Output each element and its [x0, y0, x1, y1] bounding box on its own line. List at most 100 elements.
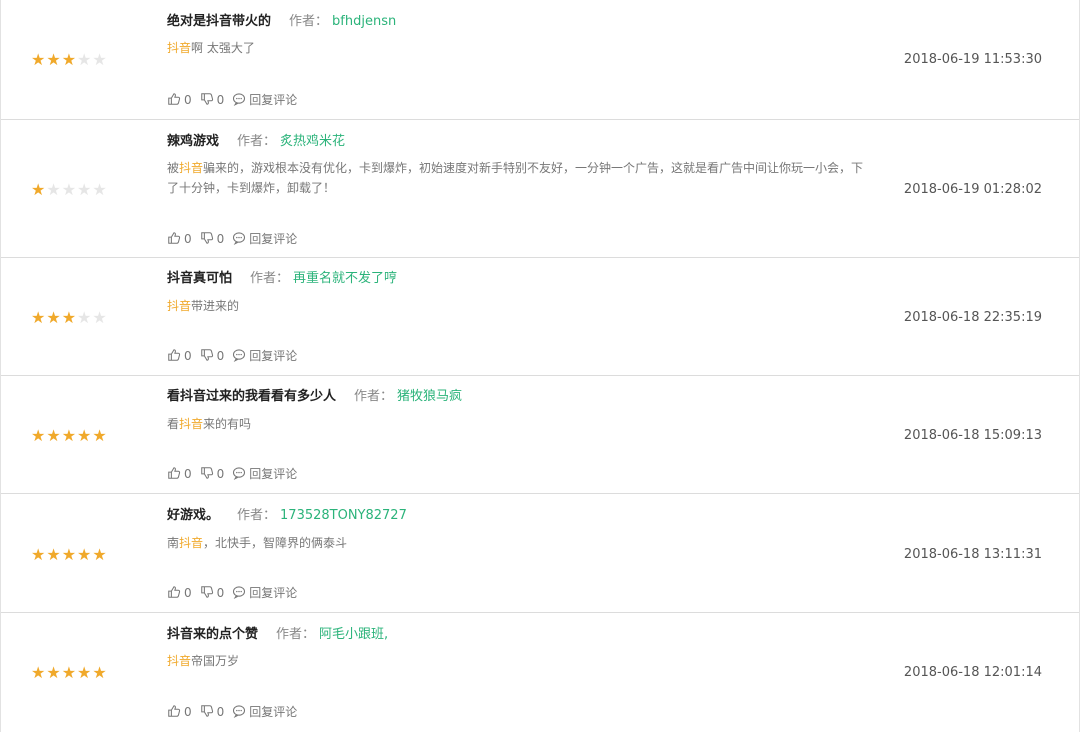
- like-button[interactable]: 0: [167, 585, 192, 600]
- review-title: 抖音来的点个赞: [167, 627, 259, 642]
- thumbs-up-icon: [167, 586, 184, 600]
- review-header: 抖音真可怕 作者： 再重名就不发了哼: [167, 271, 397, 287]
- reply-button[interactable]: 回复评论: [232, 466, 297, 481]
- star-filled-icon: ★: [77, 426, 93, 445]
- star-filled-icon: ★: [46, 426, 62, 445]
- review-timestamp: 2018-06-18 13:11:31: [903, 547, 1042, 562]
- star-filled-icon: ★: [46, 663, 62, 682]
- content-text: ，北快手，智障界的俩泰斗: [203, 536, 348, 550]
- like-count: 0: [184, 586, 192, 600]
- like-button[interactable]: 0: [167, 231, 192, 246]
- review-content: 南抖音，北快手，智障界的俩泰斗: [167, 533, 867, 553]
- review-actions: 0 0 回复评论: [167, 466, 305, 481]
- keyword-highlight: 抖音: [167, 41, 192, 55]
- author-label: 作者：: [250, 271, 290, 286]
- review-timestamp: 2018-06-19 11:53:30: [903, 52, 1042, 67]
- review-row: ★★★★★ 抖音来的点个赞 作者： 阿毛小跟班, 抖音帝国万岁 2018-06-18 12…: [1, 612, 1079, 732]
- author-link[interactable]: 阿毛小跟班,: [319, 627, 388, 642]
- author-link[interactable]: bfhdjensn: [332, 14, 396, 29]
- star-empty-icon: ★: [92, 308, 108, 327]
- thumbs-up-icon: [167, 93, 184, 107]
- review-timestamp: 2018-06-18 15:09:13: [903, 428, 1042, 443]
- dislike-count: 0: [216, 232, 225, 246]
- author-link[interactable]: 炙热鸡米花: [280, 134, 345, 149]
- keyword-highlight: 抖音: [179, 161, 204, 175]
- review-row: ★★★★★ 辣鸡游戏 作者： 炙热鸡米花 被抖音骗来的，游戏根本没有优化，卡到爆炸，初始…: [1, 119, 1079, 257]
- reply-button[interactable]: 回复评论: [232, 92, 297, 107]
- like-count: 0: [184, 705, 192, 719]
- comment-icon: [232, 232, 249, 246]
- review-header: 抖音来的点个赞 作者： 阿毛小跟班,: [167, 627, 388, 643]
- star-filled-icon: ★: [92, 545, 108, 564]
- star-filled-icon: ★: [77, 663, 93, 682]
- review-list: ★★★★★ 绝对是抖音带火的 作者： bfhdjensn 抖音啊 太强大了 2018-06…: [0, 0, 1080, 732]
- review-header: 看抖音过来的我看看有多少人 作者： 猪牧狼马疯: [167, 389, 462, 405]
- review-timestamp: 2018-06-19 01:28:02: [903, 182, 1042, 197]
- author-label: 作者：: [237, 134, 277, 149]
- like-button[interactable]: 0: [167, 92, 192, 107]
- content-text: 带进来的: [191, 299, 240, 313]
- author-label: 作者：: [354, 389, 394, 404]
- reply-label: 回复评论: [249, 705, 298, 719]
- author-link[interactable]: 再重名就不发了哼: [293, 271, 397, 286]
- keyword-highlight: 抖音: [179, 417, 204, 431]
- dislike-button[interactable]: 0: [200, 92, 224, 107]
- dislike-count: 0: [216, 349, 225, 363]
- star-filled-icon: ★: [61, 545, 78, 564]
- review-content: 抖音帝国万岁: [167, 651, 867, 671]
- thumbs-down-icon: [200, 349, 217, 363]
- dislike-button[interactable]: 0: [200, 231, 225, 246]
- reply-button[interactable]: 回复评论: [232, 231, 297, 246]
- star-filled-icon: ★: [61, 426, 78, 445]
- review-title: 辣鸡游戏: [167, 134, 220, 149]
- rating-stars: ★★★★★: [31, 52, 108, 68]
- star-filled-icon: ★: [31, 545, 47, 564]
- comment-icon: [232, 349, 249, 363]
- review-actions: 0 0 回复评论: [167, 585, 305, 600]
- like-button[interactable]: 0: [167, 348, 192, 363]
- reply-button[interactable]: 回复评论: [232, 585, 297, 600]
- rating-stars: ★★★★★: [31, 665, 108, 681]
- review-title: 看抖音过来的我看看有多少人: [167, 389, 337, 404]
- like-button[interactable]: 0: [167, 704, 192, 719]
- rating-stars: ★★★★★: [31, 182, 108, 198]
- rating-stars: ★★★★★: [31, 547, 108, 563]
- star-filled-icon: ★: [92, 663, 108, 682]
- star-empty-icon: ★: [92, 180, 108, 199]
- star-filled-icon: ★: [31, 426, 47, 445]
- dislike-count: 0: [216, 467, 225, 481]
- review-actions: 0 0 回复评论: [167, 231, 305, 246]
- dislike-button[interactable]: 0: [200, 348, 225, 363]
- star-filled-icon: ★: [31, 50, 47, 69]
- star-filled-icon: ★: [92, 426, 108, 445]
- like-button[interactable]: 0: [167, 466, 192, 481]
- like-count: 0: [184, 93, 192, 107]
- comment-icon: [232, 586, 249, 600]
- like-count: 0: [184, 232, 192, 246]
- reply-label: 回复评论: [249, 232, 298, 246]
- review-row: ★★★★★ 看抖音过来的我看看有多少人 作者： 猪牧狼马疯 看抖音来的有吗 2018-06…: [1, 375, 1079, 493]
- thumbs-down-icon: [200, 467, 217, 481]
- review-header: 绝对是抖音带火的 作者： bfhdjensn: [167, 14, 396, 30]
- dislike-button[interactable]: 0: [200, 704, 224, 719]
- comment-icon: [232, 93, 249, 107]
- author-link[interactable]: 猪牧狼马疯: [397, 389, 462, 404]
- author-label: 作者：: [289, 14, 329, 29]
- dislike-button[interactable]: 0: [200, 585, 225, 600]
- dislike-button[interactable]: 0: [200, 466, 225, 481]
- author-link[interactable]: 173528TONY82727: [280, 508, 407, 523]
- like-count: 0: [184, 467, 192, 481]
- star-filled-icon: ★: [31, 180, 47, 199]
- review-actions: 0 0 回复评论: [167, 704, 305, 719]
- dislike-count: 0: [216, 586, 225, 600]
- thumbs-up-icon: [167, 349, 184, 363]
- thumbs-up-icon: [167, 232, 184, 246]
- reply-button[interactable]: 回复评论: [232, 348, 297, 363]
- comment-icon: [232, 467, 249, 481]
- thumbs-up-icon: [167, 467, 184, 481]
- review-title: 抖音真可怕: [167, 271, 233, 286]
- reply-button[interactable]: 回复评论: [232, 704, 297, 719]
- review-title: 好游戏。: [167, 508, 220, 523]
- content-text: 南: [167, 536, 180, 550]
- review-content: 抖音带进来的: [167, 296, 867, 316]
